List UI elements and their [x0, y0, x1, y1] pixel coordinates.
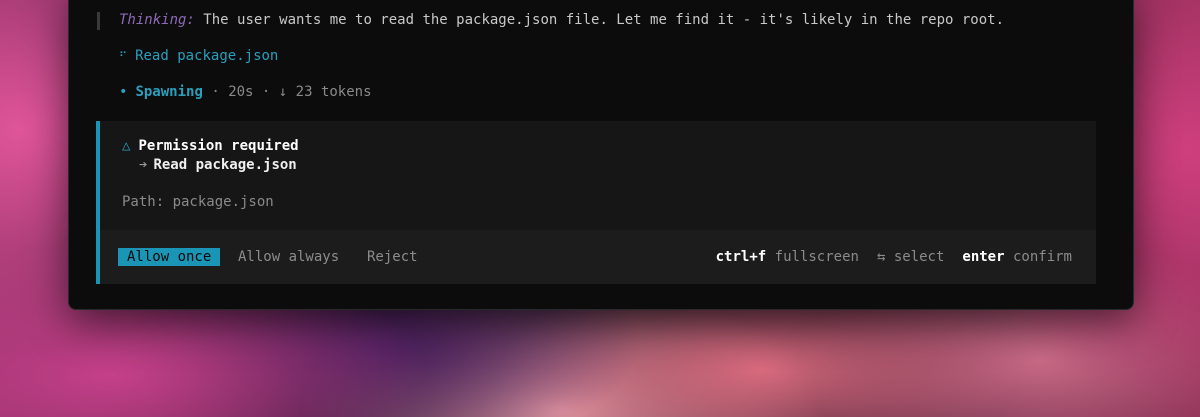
- allow-once-button[interactable]: Allow once: [118, 248, 221, 266]
- enter-key: enter: [962, 249, 1005, 265]
- tool-call-line: ⠋ Read package.json: [119, 48, 278, 64]
- conversation-area: Thinking: The user wants me to read the …: [69, 0, 1133, 309]
- arrow-right-icon: ➔: [139, 157, 148, 173]
- terminal-window: Thinking: The user wants me to read the …: [68, 0, 1134, 310]
- token-count: ↓ 23 tokens: [278, 84, 372, 100]
- permission-action-text: Read package.json: [153, 157, 297, 173]
- thinking-indicator-bar: [97, 12, 100, 30]
- thinking-label: Thinking:: [119, 12, 195, 28]
- braille-dots-icon: ⠋: [119, 50, 128, 63]
- separator: ·: [211, 84, 220, 100]
- elapsed-time: 20s: [228, 84, 254, 100]
- thinking-text: The user wants me to read the package.js…: [203, 12, 1005, 28]
- permission-action: ➔ Read package.json: [122, 157, 297, 173]
- permission-title-text: Permission required: [138, 138, 299, 154]
- permission-actions-bar: Allow once Allow always Reject ctrl+f fu…: [100, 230, 1096, 284]
- fullscreen-key: ctrl+f: [715, 249, 767, 265]
- warning-triangle-icon: △: [122, 138, 131, 154]
- thinking-line: Thinking: The user wants me to read the …: [119, 12, 1004, 28]
- confirm-hint: confirm: [1012, 249, 1072, 265]
- keyboard-hints: ctrl+f fullscreen ⇆ select enter confirm: [716, 248, 1072, 266]
- allow-always-button[interactable]: Allow always: [238, 248, 339, 266]
- permission-title: △ Permission required: [122, 138, 299, 154]
- separator: ·: [261, 84, 271, 100]
- permission-panel: △ Permission required ➔ Read package.json …: [96, 121, 1096, 284]
- swap-arrows-icon: ⇆: [876, 249, 886, 265]
- select-hint: select: [893, 249, 945, 265]
- status-line: • Spawning · 20s · ↓ 23 tokens: [119, 84, 372, 100]
- fullscreen-hint: fullscreen: [774, 249, 859, 265]
- tool-call-label: Read package.json: [135, 48, 279, 64]
- permission-path: Path: package.json: [122, 194, 274, 210]
- status-label: Spawning: [135, 84, 203, 100]
- reject-button[interactable]: Reject: [367, 248, 418, 266]
- bullet-icon: •: [119, 84, 128, 100]
